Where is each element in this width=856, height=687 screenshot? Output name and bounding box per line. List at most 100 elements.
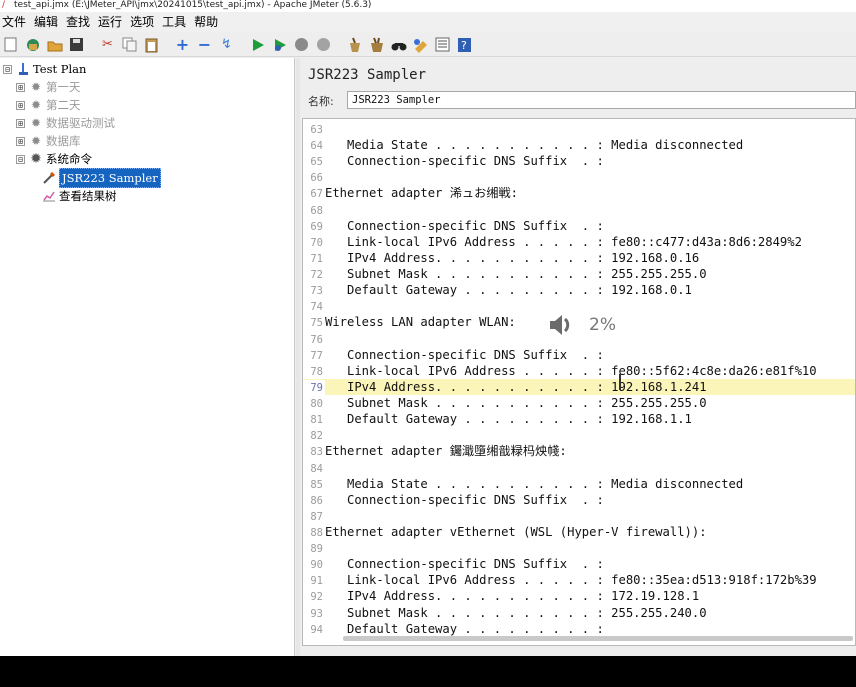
line-text: Media State . . . . . . . . . . . : Medi…	[325, 476, 744, 491]
name-input[interactable]: JSR223 Sampler	[347, 91, 856, 109]
editor-line[interactable]: 92 IPv4 Address. . . . . . . . . . . : 1…	[303, 588, 855, 604]
thread-group-gear-icon: ✹	[30, 98, 42, 112]
line-number: 88	[310, 527, 323, 539]
thread-group-gear-icon: ✹	[30, 134, 42, 148]
window-title: test_api.jmx (E:\JMeter_API\jmx\20241015…	[14, 0, 372, 10]
expand-icon[interactable]: +	[174, 36, 191, 53]
start-icon[interactable]	[249, 36, 266, 53]
editor-line[interactable]: 85 Media State . . . . . . . . . . . : M…	[303, 476, 855, 492]
thread-group-gear-icon: ✹	[30, 80, 42, 94]
horizontal-scrollbar[interactable]	[343, 636, 853, 641]
toggle-icon[interactable]: ↯	[218, 36, 235, 53]
editor-line[interactable]: 81 Default Gateway . . . . . . . . . : 1…	[303, 411, 855, 427]
text-cursor	[619, 374, 621, 390]
script-editor[interactable]: 63 64 Media State . . . . . . . . . . . :…	[302, 118, 856, 646]
reset-search-icon[interactable]	[412, 36, 429, 53]
save-icon[interactable]	[68, 36, 85, 53]
tree-item-system-command[interactable]: ⊟ ✹ 系统命令	[16, 150, 92, 168]
editor-line[interactable]: 91 Link-local IPv6 Address . . . . . : f…	[303, 572, 855, 588]
test-plan-tree: ⊟ Test Plan ⊞ ✹ 第一天 ⊞ ✹ 第二天 ⊞ ✹ 数据驱动测试 ⊞…	[0, 58, 295, 656]
line-number: 77	[310, 349, 323, 362]
editor-line[interactable]: 70 Link-local IPv6 Address . . . . . : f…	[303, 234, 855, 250]
search-icon[interactable]	[390, 36, 407, 53]
help-icon[interactable]: ?	[456, 36, 473, 53]
expand-toggle-icon[interactable]: ⊞	[16, 100, 25, 110]
tree-item-view-results-tree[interactable]: 查看结果树	[42, 187, 117, 205]
line-number: 78	[310, 365, 323, 378]
copy-icon[interactable]	[121, 36, 138, 53]
editor-line[interactable]: 86 Connection-specific DNS Suffix . :	[303, 492, 855, 508]
editor-line[interactable]: 78 Link-local IPv6 Address . . . . . : f…	[303, 363, 855, 379]
editor-line[interactable]: 67 Ethernet adapter 浠ュお缃戦:	[303, 185, 855, 201]
menu-file[interactable]: 文件	[0, 12, 30, 32]
jmeter-feather-icon: /	[2, 0, 6, 10]
editor-line[interactable]: 83 Ethernet adapter 钃濈墮缃戠粶杩炴帴:	[303, 443, 855, 459]
editor-line[interactable]: 89	[303, 540, 855, 556]
expand-toggle-icon[interactable]: ⊞	[16, 82, 25, 92]
editor-line[interactable]: 71 IPv4 Address. . . . . . . . . . . : 1…	[303, 250, 855, 266]
line-number: 73	[310, 285, 323, 298]
tree-item-jsr223-sampler[interactable]: JSR223 Sampler	[42, 168, 161, 188]
line-number: 79	[303, 379, 325, 396]
line-text: Connection-specific DNS Suffix . :	[325, 218, 604, 233]
menu-run[interactable]: 运行	[94, 12, 126, 32]
tree-item-data-driven[interactable]: ⊞ ✹ 数据驱动测试	[16, 114, 115, 132]
menu-search[interactable]: 查找	[62, 12, 94, 32]
collapse-toggle-icon[interactable]: ⊟	[3, 64, 12, 74]
line-number: 76	[310, 333, 323, 346]
line-number: 64	[310, 140, 323, 153]
editor-line[interactable]: 69 Connection-specific DNS Suffix . :	[303, 218, 855, 234]
expand-toggle-icon[interactable]: ⊞	[16, 118, 25, 128]
paste-icon[interactable]	[143, 36, 160, 53]
menu-tools[interactable]: 工具	[158, 12, 190, 32]
line-text: Link-local IPv6 Address . . . . . : fe80…	[325, 573, 817, 588]
cut-icon[interactable]: ✂	[99, 36, 116, 53]
line-text: Connection-specific DNS Suffix . :	[325, 154, 604, 169]
tree-item-database[interactable]: ⊞ ✹ 数据库	[16, 132, 81, 150]
editor-line[interactable]: 88 Ethernet adapter vEthernet (WSL (Hyper…	[303, 524, 855, 540]
new-icon[interactable]	[2, 36, 19, 53]
editor-line[interactable]: 93 Subnet Mask . . . . . . . . . . . : 2…	[303, 605, 855, 621]
editor-line[interactable]: 82	[303, 427, 855, 443]
clear-icon[interactable]	[346, 36, 363, 53]
clear-all-icon[interactable]	[368, 36, 385, 53]
line-text: Ethernet adapter 钃濈墮缃戠粶杩炴帴:	[325, 444, 567, 459]
toolbar: ✂ + − ↯ ?	[0, 33, 856, 57]
menu-help[interactable]: 帮助	[190, 12, 222, 32]
editor-line[interactable]: 63	[303, 121, 855, 137]
menu-edit[interactable]: 编辑	[30, 12, 62, 32]
line-number: 85	[310, 478, 323, 491]
letterbox-bar	[0, 656, 856, 687]
expand-toggle-icon[interactable]: ⊞	[16, 136, 25, 146]
tree-item-day2[interactable]: ⊞ ✹ 第二天	[16, 96, 81, 114]
line-number: 90	[310, 559, 323, 572]
editor-line[interactable]: 74	[303, 298, 855, 314]
collapse-toggle-icon[interactable]: ⊟	[16, 154, 25, 164]
editor-line[interactable]: 80 Subnet Mask . . . . . . . . . . . : 2…	[303, 395, 855, 411]
editor-line[interactable]: 73 Default Gateway . . . . . . . . . : 1…	[303, 282, 855, 298]
editor-line[interactable]: 68	[303, 202, 855, 218]
function-helper-icon[interactable]	[434, 36, 451, 53]
shutdown-icon[interactable]	[315, 36, 332, 53]
editor-line[interactable]: 90 Connection-specific DNS Suffix . :	[303, 556, 855, 572]
jmeter-window: / test_api.jmx (E:\JMeter_API\jmx\202410…	[0, 0, 856, 656]
editor-line[interactable]: 87	[303, 508, 855, 524]
editor-line[interactable]: 84	[303, 460, 855, 476]
templates-icon[interactable]	[24, 36, 41, 53]
start-no-pause-icon[interactable]	[271, 36, 288, 53]
editor-line[interactable]: 65 Connection-specific DNS Suffix . :	[303, 153, 855, 169]
editor-line[interactable]: 64 Media State . . . . . . . . . . . : M…	[303, 137, 855, 153]
line-number: 72	[310, 269, 323, 282]
menu-options[interactable]: 选项	[126, 12, 158, 32]
editor-line[interactable]: 77 Connection-specific DNS Suffix . :	[303, 347, 855, 363]
line-number: 83	[310, 446, 323, 459]
tree-item-day1[interactable]: ⊞ ✹ 第一天	[16, 78, 81, 96]
collapse-icon[interactable]: −	[196, 36, 213, 53]
editor-line[interactable]: 94 Default Gateway . . . . . . . . . :	[303, 621, 855, 637]
stop-icon[interactable]	[293, 36, 310, 53]
editor-line[interactable]: 72 Subnet Mask . . . . . . . . . . . : 2…	[303, 266, 855, 282]
editor-line[interactable]: 79 IPv4 Address. . . . . . . . . . . : 1…	[303, 378, 855, 396]
editor-line[interactable]: 66	[303, 169, 855, 185]
open-icon[interactable]	[46, 36, 63, 53]
tree-item-test-plan[interactable]: ⊟ Test Plan	[3, 60, 86, 78]
